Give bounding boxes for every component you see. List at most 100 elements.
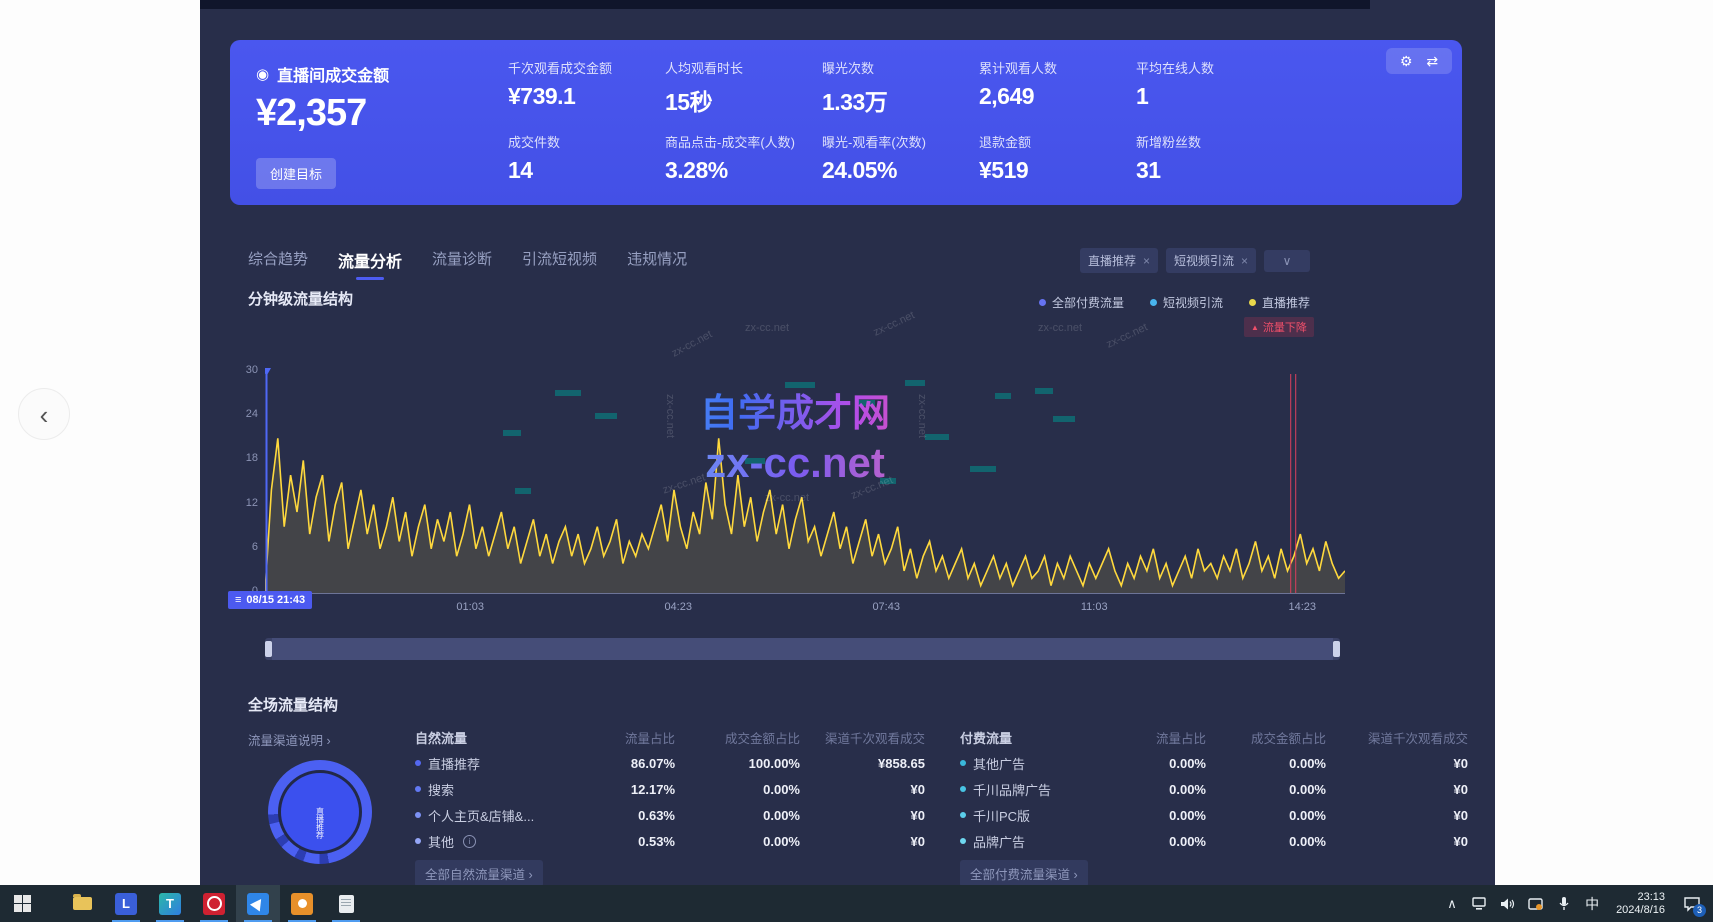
notification-center-button[interactable]: 3 xyxy=(1677,889,1707,919)
x-tick-label: 01:03 xyxy=(456,601,484,613)
table-row: 千川PC版0.00%0.00%¥0 xyxy=(960,802,1468,828)
tray-chevron-up-icon[interactable]: ∧ xyxy=(1440,889,1464,919)
system-tray: ∧ 中 23:13 2024/8/16 3 xyxy=(1440,889,1713,919)
browser-button[interactable] xyxy=(236,885,280,922)
video-artifact xyxy=(880,478,896,484)
stat-label: 人均观看时长 xyxy=(665,58,822,77)
legend-dot xyxy=(1249,299,1256,306)
chip-close-icon[interactable]: × xyxy=(1241,254,1248,268)
filter-dropdown[interactable]: ∨ xyxy=(1264,250,1310,272)
channel-dot xyxy=(960,838,966,844)
channel-name: 其他 xyxy=(428,832,454,851)
compare-icon[interactable]: ⇄ xyxy=(1426,53,1438,70)
all-paid-channels-link[interactable]: 全部付费流量渠道 › xyxy=(960,860,1088,885)
donut-center-label: 直播推荐 xyxy=(315,807,326,839)
traffic-share-cell: 12.17% xyxy=(565,782,675,797)
minute-traffic-chart[interactable] xyxy=(265,368,1345,600)
live-analytics-dashboard: ◉ 直播间成交金额 ¥2,357 创建目标 千次观看成交金额¥739.1人均观看… xyxy=(200,0,1495,885)
column-header: 成交金额占比 xyxy=(1206,728,1326,747)
column-header: 渠道千次观看成交 xyxy=(1326,728,1468,747)
app-l-button[interactable]: L xyxy=(104,885,148,922)
microphone-icon[interactable] xyxy=(1552,889,1576,919)
gpm-cell: ¥0 xyxy=(800,782,925,797)
channel-name: 其他广告 xyxy=(973,754,1025,773)
stat-value: ¥519 xyxy=(979,157,1136,184)
chip-close-icon[interactable]: × xyxy=(1143,254,1150,268)
filter-chip[interactable]: 直播推荐× xyxy=(1080,248,1158,273)
gmv-share-cell: 0.00% xyxy=(675,782,800,797)
channel-dot xyxy=(960,786,966,792)
time-range-brush[interactable] xyxy=(265,638,1340,660)
legend-label: 全部付费流量 xyxy=(1052,294,1124,311)
all-natural-channels-link[interactable]: 全部自然流量渠道 › xyxy=(415,860,543,885)
banner-stats: 千次观看成交金额¥739.1人均观看时长15秒曝光次数1.33万累计观看人数2,… xyxy=(508,58,1308,202)
table-title: 自然流量 xyxy=(415,728,565,747)
gpm-cell: ¥0 xyxy=(1326,756,1468,771)
tab-引流短视频[interactable]: 引流短视频 xyxy=(522,248,597,280)
gpm-cell: ¥0 xyxy=(800,808,925,823)
table-row: 品牌广告0.00%0.00%¥0 xyxy=(960,828,1468,854)
ime-indicator[interactable]: 中 xyxy=(1580,889,1604,919)
brush-handle-left[interactable] xyxy=(265,641,272,657)
channel-name-cell: 千川PC版 xyxy=(960,806,1100,825)
traffic-drop-annotation: ▲ 流量下降 xyxy=(1244,317,1314,337)
tab-流量诊断[interactable]: 流量诊断 xyxy=(432,248,492,280)
channel-help-link[interactable]: 流量渠道说明 › xyxy=(248,730,331,749)
back-button[interactable]: ‹ xyxy=(18,388,70,440)
banner-stat: 曝光-观看率(次数)24.05% xyxy=(822,132,979,202)
tab-违规情况[interactable]: 违规情况 xyxy=(627,248,687,280)
app-t-button[interactable]: T xyxy=(148,885,192,922)
channel-name-cell: 搜索 xyxy=(415,780,565,799)
app-o-button[interactable] xyxy=(192,885,236,922)
channel-name-cell: 其他广告 xyxy=(960,754,1100,773)
file-explorer-button[interactable] xyxy=(60,885,104,922)
snip-tool-icon[interactable] xyxy=(1524,889,1548,919)
banner-stat: 曝光次数1.33万 xyxy=(822,58,979,128)
legend-item-短视频引流[interactable]: 短视频引流 xyxy=(1150,294,1223,311)
gpm-cell: ¥0 xyxy=(1326,782,1468,797)
legend-label: 短视频引流 xyxy=(1163,294,1223,311)
brush-selection[interactable] xyxy=(272,638,1333,660)
column-header: 流量占比 xyxy=(1100,728,1206,747)
video-artifact xyxy=(995,393,1011,399)
filter-chips: 直播推荐× 短视频引流× ∨ xyxy=(1080,248,1310,273)
column-header: 流量占比 xyxy=(565,728,675,747)
chevron-left-icon: ‹ xyxy=(40,400,49,430)
speaker-icon[interactable] xyxy=(1496,889,1520,919)
gmv-share-cell: 0.00% xyxy=(1206,782,1326,797)
video-artifact xyxy=(785,382,815,388)
app-orange-button[interactable] xyxy=(280,885,324,922)
channel-dot xyxy=(415,786,421,792)
channel-dot xyxy=(415,760,421,766)
x-tick-label: 11:03 xyxy=(1081,601,1108,613)
channel-dot xyxy=(415,812,421,818)
banner-stat: 成交件数14 xyxy=(508,132,665,202)
traffic-share-cell: 0.00% xyxy=(1100,756,1206,771)
stat-value: 31 xyxy=(1136,157,1293,184)
gpm-cell: ¥858.65 xyxy=(800,756,925,771)
banner-title-label: 直播间成交金额 xyxy=(277,62,389,86)
brush-handle-right[interactable] xyxy=(1333,641,1340,657)
column-header: 渠道千次观看成交 xyxy=(800,728,925,747)
traffic-share-cell: 86.07% xyxy=(565,756,675,771)
gear-icon[interactable]: ⚙ xyxy=(1400,53,1413,70)
info-icon[interactable]: i xyxy=(463,835,476,848)
window-top-strip xyxy=(200,0,1370,9)
create-goal-button[interactable]: 创建目标 xyxy=(256,158,336,189)
filter-chip[interactable]: 短视频引流× xyxy=(1166,248,1256,273)
tab-流量分析[interactable]: 流量分析 xyxy=(338,248,402,280)
watermark-small: zx-cc.net xyxy=(1105,321,1150,350)
clock[interactable]: 23:13 2024/8/16 xyxy=(1608,891,1673,917)
channel-name: 千川PC版 xyxy=(973,806,1030,825)
start-button[interactable] xyxy=(0,885,44,922)
video-artifact xyxy=(970,466,996,472)
stat-value: ¥739.1 xyxy=(508,83,665,110)
notepad-button[interactable] xyxy=(324,885,368,922)
tab-综合趋势[interactable]: 综合趋势 xyxy=(248,248,308,280)
start-marker-pin-icon xyxy=(265,368,271,376)
legend-dot xyxy=(1150,299,1157,306)
network-icon[interactable] xyxy=(1468,889,1492,919)
gpm-cell: ¥0 xyxy=(1326,808,1468,823)
legend-item-全部付费流量[interactable]: 全部付费流量 xyxy=(1039,294,1124,311)
legend-item-直播推荐[interactable]: 直播推荐 xyxy=(1249,294,1310,311)
